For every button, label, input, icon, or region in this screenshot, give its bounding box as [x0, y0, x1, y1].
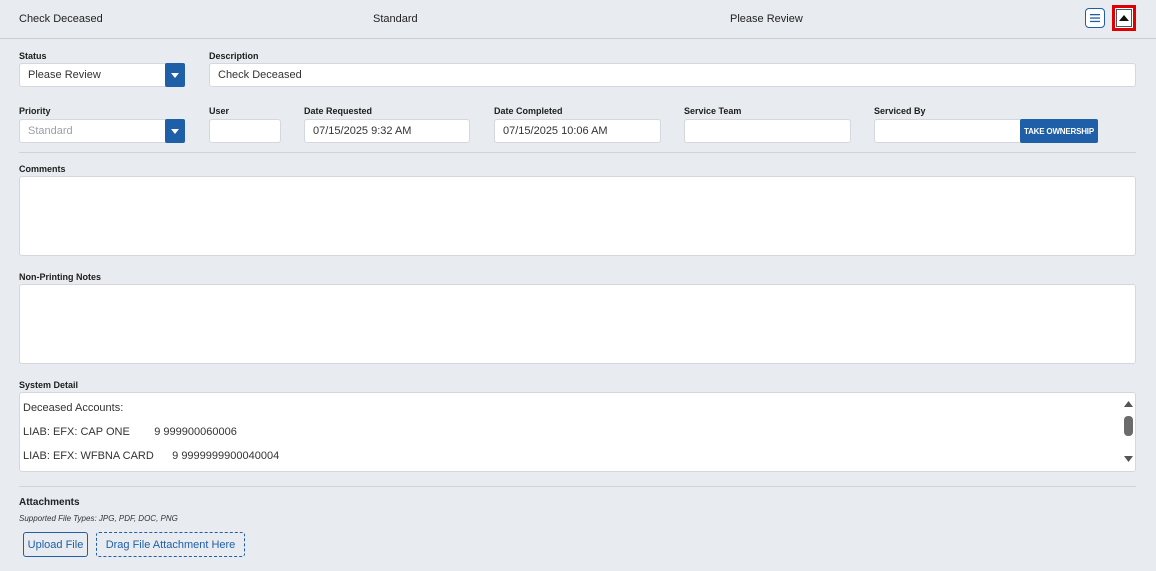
date-completed-input[interactable]: 07/15/2025 10:06 AM: [494, 119, 661, 143]
chevron-down-icon: [171, 72, 179, 78]
take-ownership-button[interactable]: TAKE OWNERSHIP: [1020, 119, 1098, 143]
notes-label: Non-Printing Notes: [19, 272, 101, 282]
description-input[interactable]: Check Deceased: [209, 63, 1136, 87]
description-input-value: Check Deceased: [218, 69, 302, 81]
user-label: User: [209, 106, 230, 116]
header-description: Check Deceased: [19, 13, 103, 25]
comments-textarea[interactable]: [19, 176, 1136, 256]
notes-textarea[interactable]: [19, 284, 1136, 364]
user-input[interactable]: [209, 119, 281, 143]
header-priority: Standard: [373, 13, 418, 25]
system-detail-line: LIAB: EFX: CAP ONE 9 999900060006: [23, 426, 237, 438]
collapse-button[interactable]: [1112, 5, 1136, 31]
upload-file-button[interactable]: Upload File: [23, 532, 88, 557]
service-team-label: Service Team: [684, 106, 742, 116]
serviced-by-input[interactable]: [874, 119, 1024, 143]
status-select[interactable]: Please Review: [19, 63, 185, 87]
status-select-value: Please Review: [28, 69, 101, 81]
date-requested-value: 07/15/2025 9:32 AM: [313, 125, 412, 137]
date-requested-label: Date Requested: [304, 106, 373, 116]
status-label: Status: [19, 51, 47, 61]
system-detail-line: LIAB: EFX: WFBNA CARD 9 9999999900040004: [23, 450, 280, 462]
date-completed-label: Date Completed: [494, 106, 563, 116]
system-detail-label: System Detail: [19, 380, 79, 390]
scrollbar-thumb[interactable]: [1124, 416, 1133, 436]
task-header-row[interactable]: Check Deceased Standard Please Review: [0, 0, 1156, 39]
divider: [19, 486, 1136, 487]
priority-select[interactable]: Standard: [19, 119, 185, 143]
supported-file-types: Supported File Types: JPG, PDF, DOC, PNG: [19, 514, 178, 523]
menu-icon[interactable]: [1085, 8, 1105, 28]
priority-label: Priority: [19, 106, 51, 116]
system-detail-line: Deceased Accounts:: [23, 402, 124, 414]
serviced-by-label: Serviced By: [874, 106, 926, 116]
attachments-title: Attachments: [19, 497, 80, 508]
header-status: Please Review: [730, 13, 803, 25]
date-completed-value: 07/15/2025 10:06 AM: [503, 125, 608, 137]
status-dropdown-button[interactable]: [165, 63, 185, 87]
drag-attachment-dropzone[interactable]: Drag File Attachment Here: [96, 532, 245, 557]
priority-dropdown-button[interactable]: [165, 119, 185, 143]
priority-select-value: Standard: [28, 125, 73, 137]
chevron-down-icon: [171, 128, 179, 134]
scroll-down-icon[interactable]: [1124, 456, 1133, 462]
description-label: Description: [209, 51, 259, 61]
divider: [19, 152, 1136, 153]
service-team-input[interactable]: [684, 119, 851, 143]
date-requested-input[interactable]: 07/15/2025 9:32 AM: [304, 119, 470, 143]
comments-label: Comments: [19, 164, 66, 174]
caret-up-icon: [1116, 9, 1132, 27]
scroll-up-icon[interactable]: [1124, 401, 1133, 407]
